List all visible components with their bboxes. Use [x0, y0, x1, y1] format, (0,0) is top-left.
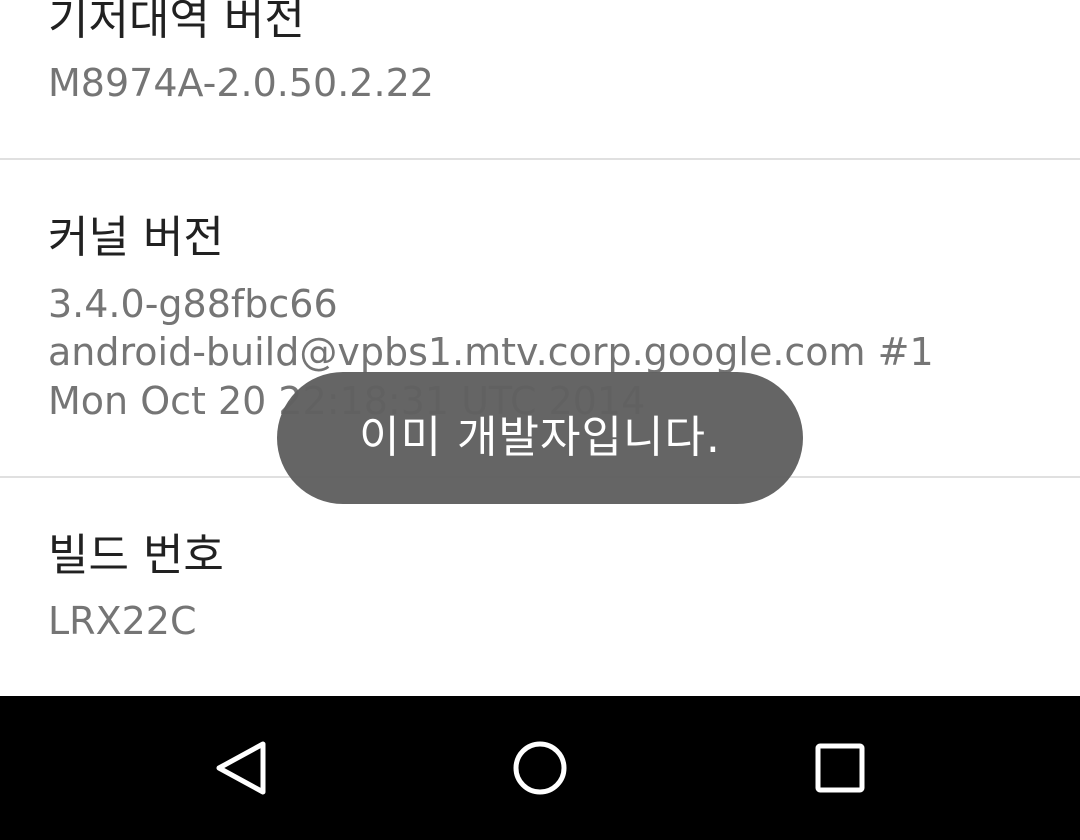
navigation-bar: [0, 696, 1080, 840]
back-triangle-icon: [216, 741, 266, 795]
kernel-version-value-line: 3.4.0-g88fbc66: [48, 282, 338, 326]
kernel-build-host-line: android-build@vpbs1.mtv.corp.google.com …: [48, 330, 934, 374]
baseband-version-item[interactable]: 기저대역 버전 M8974A-2.0.50.2.22: [0, 0, 1080, 158]
baseband-version-title: 기저대역 버전: [48, 0, 305, 45]
home-button[interactable]: [468, 696, 612, 840]
recents-button[interactable]: [768, 696, 912, 840]
build-number-title: 빌드 번호: [48, 530, 224, 581]
toast-notification: 이미 개발자입니다.: [277, 372, 803, 504]
about-phone-list[interactable]: 기저대역 버전 M8974A-2.0.50.2.22 커널 버전 3.4.0-g…: [0, 0, 1080, 696]
back-button[interactable]: [168, 696, 312, 840]
recents-square-icon: [815, 743, 865, 793]
kernel-version-title: 커널 버전: [48, 212, 224, 263]
build-number-item[interactable]: 빌드 번호 LRX22C: [0, 478, 1080, 696]
toast-message: 이미 개발자입니다.: [359, 412, 721, 463]
android-settings-screen: 기저대역 버전 M8974A-2.0.50.2.22 커널 버전 3.4.0-g…: [0, 0, 1080, 840]
home-circle-icon: [513, 741, 567, 795]
baseband-version-value: M8974A-2.0.50.2.22: [48, 61, 434, 105]
build-number-value: LRX22C: [48, 599, 197, 643]
